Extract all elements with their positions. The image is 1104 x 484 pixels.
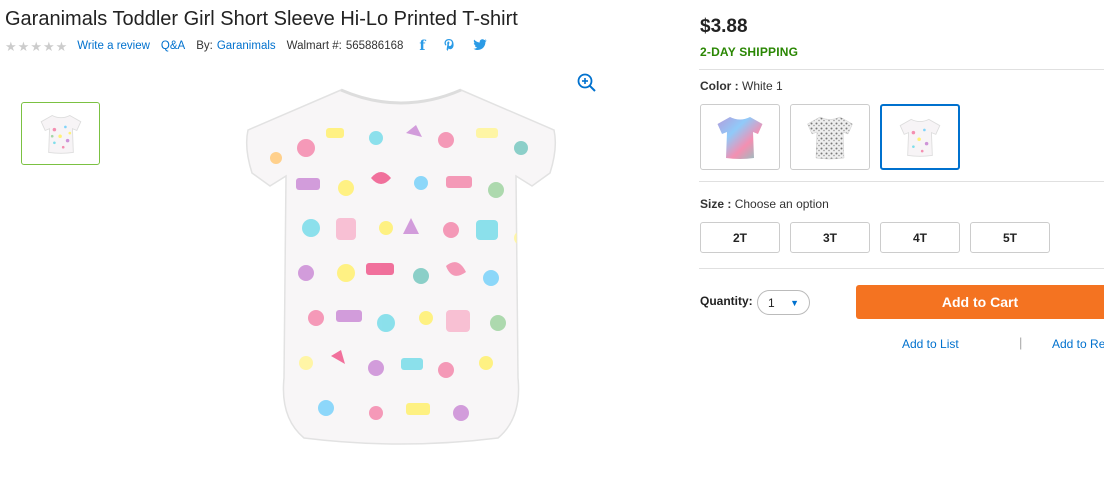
color-label: Color :	[700, 79, 739, 93]
add-to-cart-button[interactable]: Add to Cart	[856, 285, 1104, 319]
write-review-link[interactable]: Write a review	[77, 40, 150, 52]
price: $3.88	[700, 16, 748, 37]
star-icon: ★	[42, 38, 55, 54]
by-label: By:	[196, 40, 213, 52]
size-label: Size :	[700, 197, 732, 211]
product-title: Garanimals Toddler Girl Short Sleeve Hi-…	[5, 8, 518, 30]
star-icon: ★	[55, 38, 68, 54]
divider	[699, 69, 1104, 70]
size-option-3t[interactable]: 3T	[790, 222, 870, 253]
color-label-row: Color : White 1	[700, 79, 783, 93]
qa-link[interactable]: Q&A	[161, 40, 185, 52]
caret-down-icon: ▼	[790, 297, 799, 308]
brand-link[interactable]: Garanimals	[217, 40, 276, 52]
product-main-image[interactable]	[236, 78, 566, 448]
separator: |	[1019, 335, 1023, 350]
color-swatch-2[interactable]	[790, 104, 870, 170]
size-label-row: Size : Choose an option	[700, 197, 829, 211]
add-to-list-link[interactable]: Add to List	[902, 337, 959, 351]
share-links: f	[419, 38, 488, 55]
star-icon: ★	[5, 38, 17, 54]
divider	[699, 268, 1104, 269]
walmart-number: 565886168	[345, 40, 404, 52]
divider	[699, 181, 1104, 182]
swatch-shirt-image	[899, 118, 941, 157]
star-icon: ★	[17, 38, 30, 54]
star-icon: ★	[30, 38, 42, 54]
size-option-2t[interactable]: 2T	[700, 222, 780, 253]
shipping-badge: 2-DAY SHIPPING	[700, 45, 799, 59]
size-option-4t[interactable]: 4T	[880, 222, 960, 253]
swatch-shirt-image	[717, 117, 763, 159]
quantity-value: 1	[768, 295, 775, 310]
quantity-label: Quantity:	[700, 294, 753, 308]
shirt-thumbnail-image	[40, 114, 81, 154]
pinterest-icon[interactable]	[443, 38, 455, 55]
walmart-number-label: Walmart #:	[286, 40, 342, 52]
gallery-thumbnail[interactable]	[21, 102, 100, 165]
color-swatch-3-selected[interactable]	[880, 104, 960, 170]
size-option-5t[interactable]: 5T	[970, 222, 1050, 253]
zoom-icon[interactable]	[576, 72, 598, 94]
product-meta: ★ ★ ★ ★ ★ Write a review Q&A By: Garanim…	[5, 38, 488, 55]
facebook-icon[interactable]: f	[419, 38, 425, 54]
twitter-icon[interactable]	[473, 38, 488, 54]
color-value: White 1	[742, 79, 783, 93]
add-to-registry-link[interactable]: Add to Re	[1052, 337, 1104, 351]
size-value: Choose an option	[734, 197, 829, 211]
rating-stars[interactable]: ★ ★ ★ ★ ★	[5, 40, 67, 53]
color-swatch-1[interactable]	[700, 104, 780, 170]
quantity-select[interactable]: 1 ▼	[757, 290, 810, 315]
swatch-shirt-image	[807, 116, 853, 160]
